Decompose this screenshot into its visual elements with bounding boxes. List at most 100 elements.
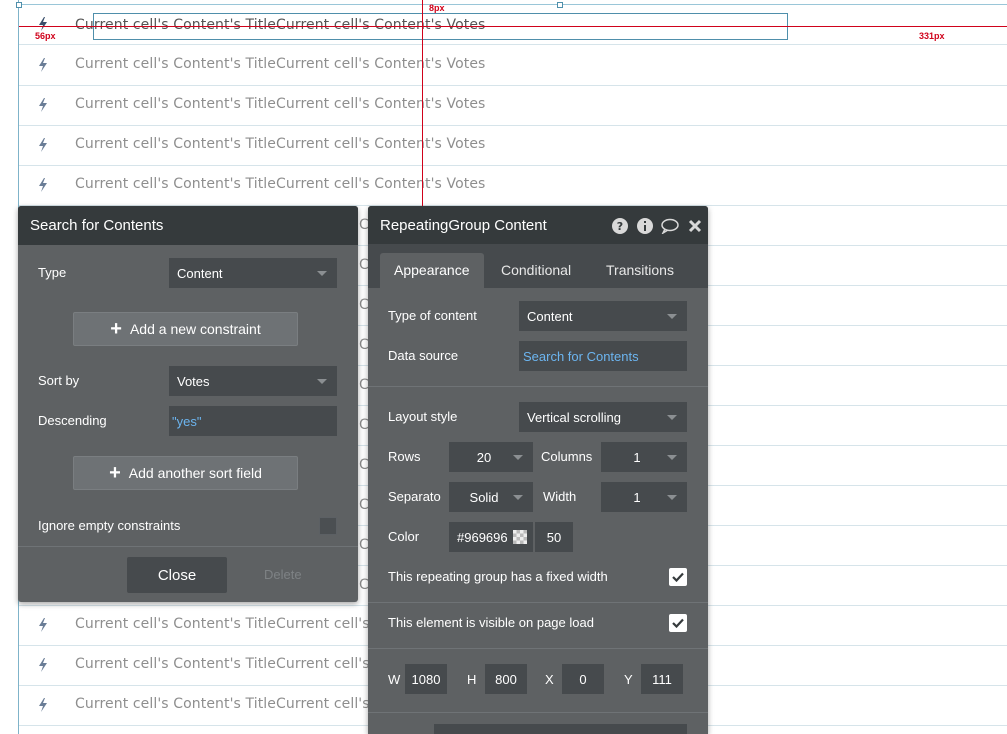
add-sort-field-button[interactable]: + Add another sort field xyxy=(73,456,298,490)
resize-handle[interactable] xyxy=(16,2,22,8)
top-distance-label: 8px xyxy=(429,3,445,13)
header-icons: ? xyxy=(611,217,704,235)
chevron-down-icon xyxy=(317,271,327,276)
color-picker[interactable]: #969696 xyxy=(449,522,533,552)
type-of-content-select[interactable]: Content xyxy=(519,301,687,331)
property-tabs: Appearance Conditional Transitions xyxy=(368,244,708,288)
comment-icon[interactable] xyxy=(661,217,679,235)
table-row[interactable]: Current cell's Content's TitleCurrent ce… xyxy=(19,86,1007,126)
help-icon[interactable]: ? xyxy=(611,217,629,235)
separator-value: Solid xyxy=(469,490,499,505)
lightning-icon xyxy=(37,57,49,73)
table-row[interactable]: Current cell's Content's TitleCurrent ce… xyxy=(19,166,1007,206)
rows-label: Rows xyxy=(388,449,421,464)
y-position-field[interactable]: 111 xyxy=(641,664,683,694)
right-distance-label: 331px xyxy=(919,31,945,41)
type-of-content-value: Content xyxy=(527,309,573,324)
ignore-empty-label: Ignore empty constraints xyxy=(38,518,181,533)
table-row[interactable]: Current cell's Content's TitleCurrent ce… xyxy=(19,5,1007,45)
lightning-icon xyxy=(37,16,49,32)
row-text: Current cell's Content's TitleCurrent ce… xyxy=(75,136,486,152)
property-editor-panel: RepeatingGroup Content ? Appearance Cond… xyxy=(368,206,708,734)
property-editor-header[interactable]: RepeatingGroup Content ? xyxy=(368,206,708,244)
chevron-down-icon xyxy=(513,455,523,460)
layout-style-value: Vertical scrolling xyxy=(527,410,621,425)
add-sort-field-label: Add another sort field xyxy=(128,465,262,481)
color-label: Color xyxy=(388,529,420,544)
width-dimension-label: W xyxy=(388,672,401,687)
lightning-icon xyxy=(37,177,49,193)
width-dimension-field[interactable]: 1080 xyxy=(405,664,447,694)
table-row[interactable]: Current cell's Content's TitleCurrent ce… xyxy=(19,126,1007,166)
separator-width-select[interactable]: 1 xyxy=(601,482,687,512)
close-icon[interactable] xyxy=(686,217,704,235)
sort-by-value: Votes xyxy=(177,374,210,389)
style-select[interactable] xyxy=(434,724,687,734)
alignment-guide-horizontal xyxy=(19,26,1007,27)
data-source-field[interactable]: Search for Contents xyxy=(519,341,687,371)
fixed-width-checkbox[interactable] xyxy=(669,568,687,586)
separator-label: Separato xyxy=(388,489,441,504)
type-of-content-label: Type of content xyxy=(388,308,477,323)
row-text: Current cell's Content's TitleCurrent ce… xyxy=(75,96,486,112)
color-opacity-field[interactable]: 50 xyxy=(535,522,573,552)
resize-handle[interactable] xyxy=(557,2,563,8)
type-label: Type xyxy=(38,265,67,280)
fixed-width-label: This repeating group has a fixed width xyxy=(388,569,608,584)
info-icon[interactable] xyxy=(636,217,654,235)
row-text: Current cell's Content's TitleCurrent ce… xyxy=(75,616,385,632)
property-editor-title: RepeatingGroup Content xyxy=(380,217,547,234)
separator-select[interactable]: Solid xyxy=(449,482,533,512)
tab-appearance[interactable]: Appearance xyxy=(380,253,484,288)
tab-conditional[interactable]: Conditional xyxy=(487,253,585,288)
y-position-label: Y xyxy=(624,672,633,687)
chevron-down-icon xyxy=(667,455,677,460)
separator-width-label: Width xyxy=(543,489,577,504)
height-dimension-field[interactable]: 800 xyxy=(485,664,527,694)
visible-on-load-checkbox[interactable] xyxy=(669,614,687,632)
layout-style-select[interactable]: Vertical scrolling xyxy=(519,402,687,432)
columns-label: Columns xyxy=(541,449,593,464)
columns-value: 1 xyxy=(633,450,641,465)
section-divider xyxy=(368,602,708,603)
add-constraint-button[interactable]: + Add a new constraint xyxy=(73,312,298,346)
lightning-icon xyxy=(37,137,49,153)
data-source-value: Search for Contents xyxy=(523,349,639,364)
lightning-icon xyxy=(37,657,49,673)
sort-by-select[interactable]: Votes xyxy=(169,366,337,396)
delete-button[interactable]: Delete xyxy=(264,567,302,582)
x-position-field[interactable]: 0 xyxy=(562,664,604,694)
section-divider xyxy=(368,386,708,387)
add-constraint-label: Add a new constraint xyxy=(129,321,261,337)
section-divider xyxy=(368,648,708,649)
type-select-value: Content xyxy=(177,266,223,281)
data-source-label: Data source xyxy=(388,348,459,363)
descending-label: Descending xyxy=(38,413,107,428)
type-select[interactable]: Content xyxy=(169,258,337,288)
chevron-down-icon xyxy=(667,314,677,319)
search-panel-title[interactable]: Search for Contents xyxy=(18,206,358,245)
descending-field[interactable]: "yes" xyxy=(169,406,337,436)
tab-transitions[interactable]: Transitions xyxy=(592,253,688,288)
plus-icon: + xyxy=(109,462,121,484)
close-button[interactable]: Close xyxy=(127,557,227,593)
table-row[interactable]: Current cell's Content's TitleCurrent ce… xyxy=(19,46,1007,86)
lightning-icon xyxy=(37,617,49,633)
row-text: Current cell's Content's TitleCurrent ce… xyxy=(75,17,486,33)
chevron-down-icon xyxy=(513,495,523,500)
color-value: #969696 xyxy=(457,530,508,545)
x-position-label: X xyxy=(545,672,554,687)
row-text: Current cell's Content's TitleCurrent ce… xyxy=(75,176,486,192)
row-text: Current cell's Content's TitleCurrent ce… xyxy=(75,56,486,72)
ignore-empty-checkbox[interactable] xyxy=(319,517,337,535)
search-panel-footer: Close Delete xyxy=(18,546,358,602)
left-distance-label: 56px xyxy=(35,31,56,41)
lightning-icon xyxy=(37,697,49,713)
columns-select[interactable]: 1 xyxy=(601,442,687,472)
rows-select[interactable]: 20 xyxy=(449,442,533,472)
chevron-down-icon xyxy=(667,415,677,420)
plus-icon: + xyxy=(110,318,122,340)
checkmark-icon xyxy=(672,618,684,628)
checkmark-icon xyxy=(672,572,684,582)
transparency-swatch-icon xyxy=(513,530,527,544)
